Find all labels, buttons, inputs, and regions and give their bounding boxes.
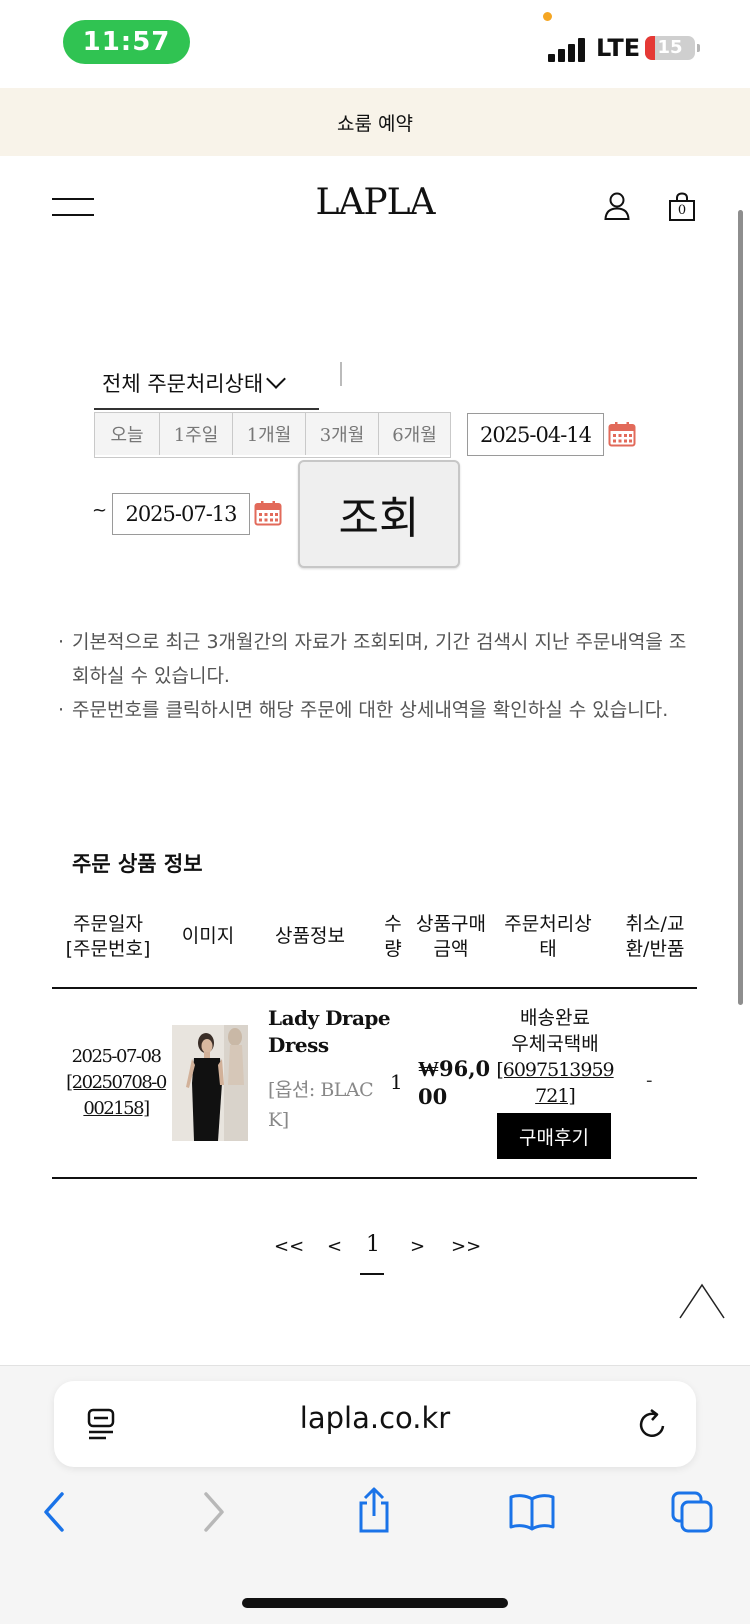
col-order-status: 주문처리상 태 (498, 912, 598, 962)
search-notes: · 기본적으로 최근 3개월간의 자료가 조회되며, 기간 검색시 지난 주문내역… (58, 625, 698, 727)
order-status-select[interactable]: 전체 주문처리상태 (94, 358, 319, 410)
home-indicator[interactable] (242, 1598, 508, 1608)
note-text: 주문번호를 클릭하시면 해당 주문에 대한 상세내역을 확인하실 수 있습니다. (72, 699, 669, 721)
page-last-button[interactable]: >> (451, 1236, 481, 1257)
col-order-date-line1: 주문일자 (73, 913, 143, 935)
start-date-input[interactable]: 2025-04-14 (467, 413, 604, 456)
period-button-group: 오늘 1주일 1개월 3개월 6개월 (94, 412, 451, 458)
product-name-link[interactable]: Lady Drape Dress (268, 1005, 398, 1059)
period-today-button[interactable]: 오늘 (95, 413, 160, 455)
period-1week-button[interactable]: 1주일 (160, 413, 233, 455)
chevron-down-icon (266, 369, 287, 389)
col-order-status-line2: 태 (539, 938, 557, 960)
reload-icon[interactable] (637, 1407, 669, 1441)
col-amount-line1: 상품구매 (416, 913, 486, 935)
note-item: · 기본적으로 최근 3개월간의 자료가 조회되며, 기간 검색시 지난 주문내역… (58, 631, 687, 687)
url-text[interactable]: lapla.co.kr (54, 1401, 696, 1435)
period-1month-button[interactable]: 1개월 (233, 413, 306, 455)
battery-icon: 15 (645, 36, 695, 60)
col-quantity-line2: 량 (384, 938, 402, 960)
user-account-icon[interactable] (604, 192, 630, 220)
end-date-input[interactable]: 2025-07-13 (112, 493, 250, 535)
battery-nub (697, 44, 700, 52)
scroll-to-top-icon[interactable] (678, 1282, 726, 1320)
network-type: LTE (596, 34, 641, 62)
col-image: 이미지 (181, 925, 235, 947)
back-arrow-icon[interactable] (40, 1490, 68, 1534)
period-6month-button[interactable]: 6개월 (379, 413, 450, 455)
delivery-status: 배송완료 (520, 1007, 590, 1029)
product-thumbnail[interactable] (172, 1025, 248, 1141)
forward-arrow-icon[interactable] (200, 1490, 228, 1534)
cellular-signal-icon (548, 36, 586, 62)
status-time: 11:57 (63, 20, 190, 64)
section-title: 주문 상품 정보 (72, 852, 203, 876)
note-text: 기본적으로 최근 3개월간의 자료가 조회되며, 기간 검색시 지난 주문내역을… (72, 631, 687, 687)
battery-level: 15 (657, 37, 683, 58)
product-option: [옵션: BLACK] (268, 1079, 374, 1131)
page-next-button[interactable]: > (410, 1236, 425, 1257)
shopping-bag-icon[interactable]: 0 (668, 192, 696, 222)
start-calendar-icon[interactable] (608, 421, 636, 447)
col-order-date-line2: [주문번호] (65, 938, 151, 960)
col-cancel-line1: 취소/교 (625, 913, 685, 935)
order-quantity: 1 (390, 1070, 403, 1094)
cancel-exchange-return-value: - (646, 1070, 653, 1091)
tracking-number-link[interactable]: [6097513959721] (496, 1057, 614, 1109)
table-bottom-border (52, 1177, 697, 1179)
order-status-select-value: 전체 주문처리상태 (102, 372, 264, 396)
date-range-separator: ~ (92, 500, 108, 521)
col-order-status-line1: 주문처리상 (504, 913, 592, 935)
write-review-button[interactable]: 구매후기 (497, 1113, 611, 1159)
col-quantity-line1: 수 (384, 913, 402, 935)
note-item: · 주문번호를 클릭하시면 해당 주문에 대한 상세내역을 확인하실 수 있습니다… (58, 699, 669, 721)
end-calendar-icon[interactable] (254, 500, 282, 526)
col-cancel-exchange-return: 취소/교 환/반품 (616, 912, 694, 962)
col-amount: 상품구매 금액 (411, 912, 491, 962)
showroom-reservation-banner[interactable]: 쇼룸 예약 (0, 88, 750, 156)
privacy-indicator-dot (543, 12, 552, 21)
col-quantity: 수 량 (381, 912, 405, 962)
bookmarks-icon[interactable] (508, 1492, 556, 1532)
order-date: 2025-07-08 (71, 1046, 162, 1067)
page-first-button[interactable]: << (274, 1236, 304, 1257)
page-prev-button[interactable]: < (327, 1236, 342, 1257)
order-status: 배송완료 우체국택배 (496, 1005, 614, 1057)
col-cancel-line2: 환/반품 (625, 938, 685, 960)
order-date-cell: 2025-07-08 [20250708-0002158] (62, 1044, 170, 1122)
order-table-header: 주문일자 [주문번호] 이미지 상품정보 수 량 상품구매 금액 주문처리상 태… (52, 912, 697, 989)
page-current-underline (360, 1273, 384, 1275)
order-number-link[interactable]: [20250708-0002158] (62, 1070, 170, 1122)
col-order-date: 주문일자 [주문번호] (62, 912, 154, 962)
share-icon[interactable] (354, 1486, 394, 1534)
carrier-name: 우체국택배 (511, 1033, 599, 1055)
search-button[interactable]: 조회 (298, 460, 460, 568)
page-current[interactable]: 1 (362, 1232, 384, 1257)
col-amount-line2: 금액 (433, 938, 469, 960)
order-price: ₩96,000 (418, 1056, 491, 1109)
tabs-icon[interactable] (670, 1490, 714, 1534)
cart-count: 0 (677, 203, 687, 218)
col-product-info: 상품정보 (275, 925, 345, 947)
filter-divider (340, 362, 342, 386)
period-3month-button[interactable]: 3개월 (306, 413, 379, 455)
page-scrollbar[interactable] (738, 210, 743, 1005)
site-logo[interactable]: LAPLA (0, 182, 750, 223)
